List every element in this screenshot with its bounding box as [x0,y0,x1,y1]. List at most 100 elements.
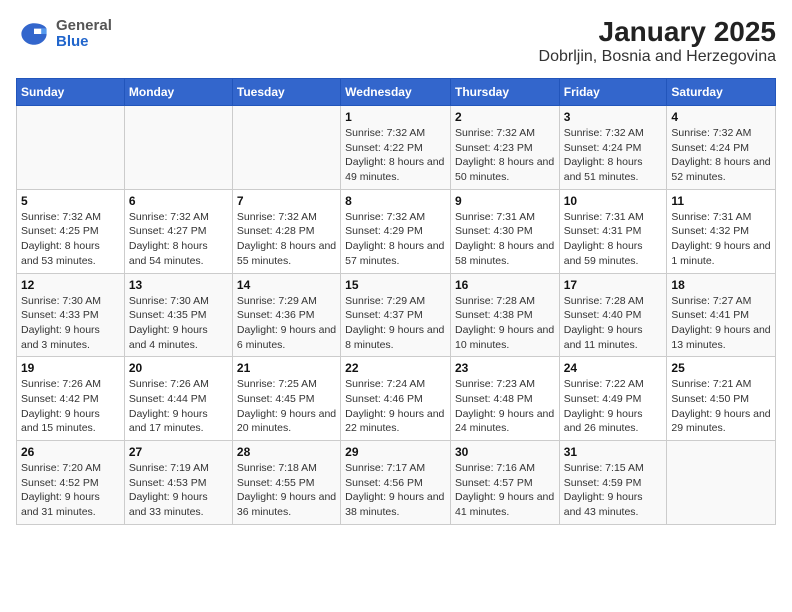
day-number: 5 [21,194,120,208]
calendar-cell: 31 Sunrise: 7:15 AM Sunset: 4:59 PM Dayli… [559,441,667,525]
calendar-cell: 15Sunrise: 7:29 AM Sunset: 4:37 PM Dayli… [341,273,451,357]
calendar-table: SundayMondayTuesdayWednesdayThursdayFrid… [16,78,776,525]
day-number: 13 [129,278,228,292]
day-number: 3 [564,110,663,124]
day-number: 21 [237,361,336,375]
weekday-header-saturday: Saturday [667,79,776,106]
day-number: 23 [455,361,555,375]
calendar-cell: 13 Sunrise: 7:30 AM Sunset: 4:35 PM Dayli… [124,273,232,357]
calendar-cell: 25 Sunrise: 7:21 AM Sunset: 4:50 PM Dayli… [667,357,776,441]
calendar-cell: 6 Sunrise: 7:32 AM Sunset: 4:27 PM Daylig… [124,189,232,273]
weekday-header-thursday: Thursday [450,79,559,106]
calendar-cell: 27 Sunrise: 7:19 AM Sunset: 4:53 PM Dayli… [124,441,232,525]
calendar-cell: 28 Sunrise: 7:18 AM Sunset: 4:55 PM Dayli… [232,441,340,525]
calendar-cell: 24 Sunrise: 7:22 AM Sunset: 4:49 PM Dayli… [559,357,667,441]
day-number: 27 [129,445,228,459]
calendar-cell: 30Sunrise: 7:16 AM Sunset: 4:57 PM Dayli… [450,441,559,525]
day-info: Sunrise: 7:32 AM Sunset: 4:28 PM Dayligh… [237,210,336,269]
weekday-header-wednesday: Wednesday [341,79,451,106]
day-info: Sunrise: 7:32 AM Sunset: 4:24 PM Dayligh… [671,126,771,185]
day-number: 25 [671,361,771,375]
calendar-cell: 16 Sunrise: 7:28 AM Sunset: 4:38 PM Dayli… [450,273,559,357]
day-number: 12 [21,278,120,292]
day-info: Sunrise: 7:32 AM Sunset: 4:29 PM Dayligh… [345,210,446,269]
day-info: Sunrise: 7:31 AM Sunset: 4:31 PM Dayligh… [564,210,663,269]
calendar-cell: 29 Sunrise: 7:17 AM Sunset: 4:56 PM Dayli… [341,441,451,525]
page-header: General Blue January 2025 Dobrljin, Bosn… [16,16,776,66]
calendar-cell: 20Sunrise: 7:26 AM Sunset: 4:44 PM Dayli… [124,357,232,441]
day-info: Sunrise: 7:16 AM Sunset: 4:57 PM Dayligh… [455,461,555,520]
calendar-cell: 19 Sunrise: 7:26 AM Sunset: 4:42 PM Dayli… [17,357,125,441]
day-number: 26 [21,445,120,459]
day-number: 19 [21,361,120,375]
day-info: Sunrise: 7:32 AM Sunset: 4:22 PM Dayligh… [345,126,446,185]
day-number: 20 [129,361,228,375]
calendar-cell: 12Sunrise: 7:30 AM Sunset: 4:33 PM Dayli… [17,273,125,357]
weekday-header-row: SundayMondayTuesdayWednesdayThursdayFrid… [17,79,776,106]
day-number: 9 [455,194,555,208]
calendar-cell: 10Sunrise: 7:31 AM Sunset: 4:31 PM Dayli… [559,189,667,273]
week-row-2: 5 Sunrise: 7:32 AM Sunset: 4:25 PM Daylig… [17,189,776,273]
day-info: Sunrise: 7:20 AM Sunset: 4:52 PM Dayligh… [21,461,120,520]
calendar-cell: 11 Sunrise: 7:31 AM Sunset: 4:32 PM Dayli… [667,189,776,273]
calendar-cell: 1 Sunrise: 7:32 AM Sunset: 4:22 PM Daylig… [341,106,451,190]
week-row-3: 12Sunrise: 7:30 AM Sunset: 4:33 PM Dayli… [17,273,776,357]
calendar-cell: 4 Sunrise: 7:32 AM Sunset: 4:24 PM Daylig… [667,106,776,190]
logo-blue: Blue [56,34,112,51]
calendar-cell: 14Sunrise: 7:29 AM Sunset: 4:36 PM Dayli… [232,273,340,357]
day-number: 6 [129,194,228,208]
calendar-cell: 26 Sunrise: 7:20 AM Sunset: 4:52 PM Dayli… [17,441,125,525]
calendar-cell: 2 Sunrise: 7:32 AM Sunset: 4:23 PM Daylig… [450,106,559,190]
day-number: 2 [455,110,555,124]
day-info: Sunrise: 7:30 AM Sunset: 4:35 PM Dayligh… [129,294,228,353]
day-info: Sunrise: 7:28 AM Sunset: 4:38 PM Dayligh… [455,294,555,353]
day-number: 18 [671,278,771,292]
weekday-header-monday: Monday [124,79,232,106]
day-number: 29 [345,445,446,459]
logo-text: General Blue [56,18,112,51]
calendar-cell [124,106,232,190]
calendar-cell: 23Sunrise: 7:23 AM Sunset: 4:48 PM Dayli… [450,357,559,441]
day-info: Sunrise: 7:26 AM Sunset: 4:42 PM Dayligh… [21,377,120,436]
calendar-cell: 3 Sunrise: 7:32 AM Sunset: 4:24 PM Daylig… [559,106,667,190]
day-info: Sunrise: 7:19 AM Sunset: 4:53 PM Dayligh… [129,461,228,520]
logo: General Blue [16,16,112,52]
day-number: 22 [345,361,446,375]
day-number: 16 [455,278,555,292]
week-row-5: 26 Sunrise: 7:20 AM Sunset: 4:52 PM Dayli… [17,441,776,525]
day-info: Sunrise: 7:32 AM Sunset: 4:25 PM Dayligh… [21,210,120,269]
calendar-cell: 8 Sunrise: 7:32 AM Sunset: 4:29 PM Daylig… [341,189,451,273]
weekday-header-tuesday: Tuesday [232,79,340,106]
calendar-cell: 9Sunrise: 7:31 AM Sunset: 4:30 PM Daylig… [450,189,559,273]
day-number: 14 [237,278,336,292]
weekday-header-sunday: Sunday [17,79,125,106]
day-info: Sunrise: 7:32 AM Sunset: 4:23 PM Dayligh… [455,126,555,185]
calendar-cell: 21Sunrise: 7:25 AM Sunset: 4:45 PM Dayli… [232,357,340,441]
day-info: Sunrise: 7:22 AM Sunset: 4:49 PM Dayligh… [564,377,663,436]
day-number: 17 [564,278,663,292]
calendar-cell: 5 Sunrise: 7:32 AM Sunset: 4:25 PM Daylig… [17,189,125,273]
weekday-header-friday: Friday [559,79,667,106]
week-row-4: 19 Sunrise: 7:26 AM Sunset: 4:42 PM Dayli… [17,357,776,441]
day-info: Sunrise: 7:27 AM Sunset: 4:41 PM Dayligh… [671,294,771,353]
day-number: 15 [345,278,446,292]
day-number: 4 [671,110,771,124]
calendar-title: January 2025 [539,16,776,48]
day-info: Sunrise: 7:18 AM Sunset: 4:55 PM Dayligh… [237,461,336,520]
day-number: 28 [237,445,336,459]
day-number: 1 [345,110,446,124]
day-info: Sunrise: 7:32 AM Sunset: 4:27 PM Dayligh… [129,210,228,269]
day-info: Sunrise: 7:21 AM Sunset: 4:50 PM Dayligh… [671,377,771,436]
day-number: 24 [564,361,663,375]
day-info: Sunrise: 7:32 AM Sunset: 4:24 PM Dayligh… [564,126,663,185]
calendar-cell: 22Sunrise: 7:24 AM Sunset: 4:46 PM Dayli… [341,357,451,441]
day-info: Sunrise: 7:15 AM Sunset: 4:59 PM Dayligh… [564,461,663,520]
day-number: 31 [564,445,663,459]
calendar-cell [17,106,125,190]
day-info: Sunrise: 7:17 AM Sunset: 4:56 PM Dayligh… [345,461,446,520]
calendar-subtitle: Dobrljin, Bosnia and Herzegovina [539,48,776,66]
logo-icon [16,16,52,52]
day-info: Sunrise: 7:31 AM Sunset: 4:32 PM Dayligh… [671,210,771,269]
day-number: 11 [671,194,771,208]
day-number: 8 [345,194,446,208]
